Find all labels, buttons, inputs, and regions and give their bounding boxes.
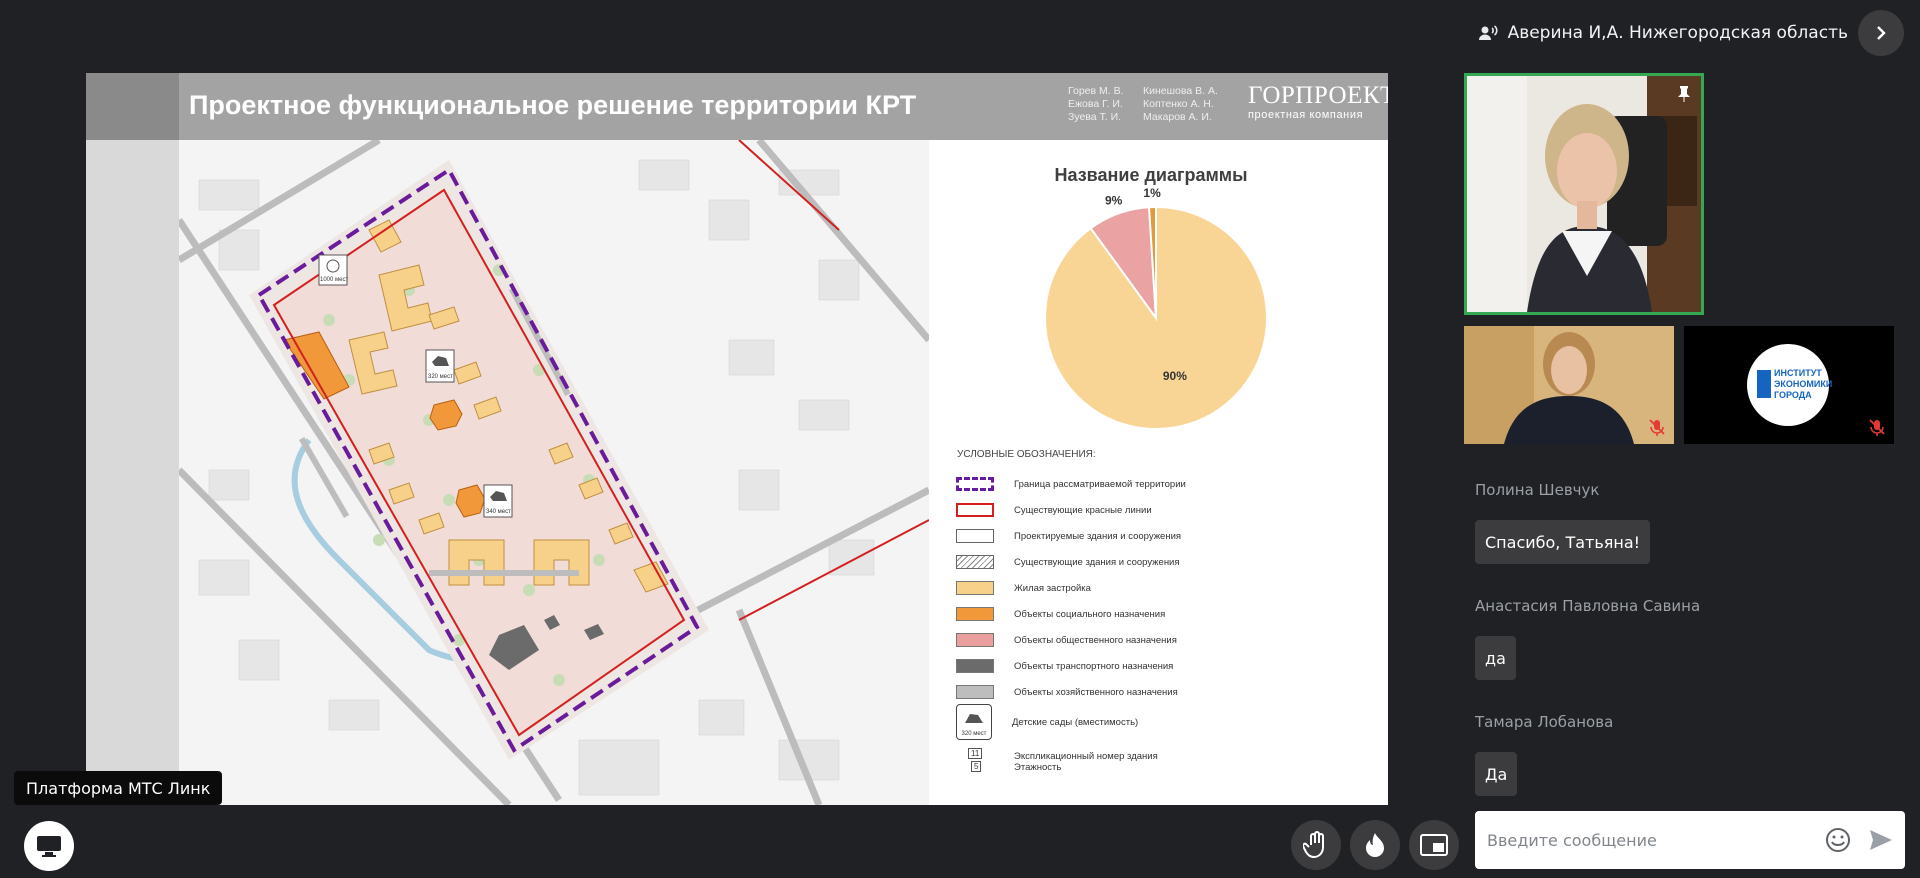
participant-video-2[interactable] — [1464, 326, 1674, 444]
legend-item: Жилая застройка — [956, 577, 1091, 599]
legend-item: Существующие здания и сооружения — [956, 551, 1180, 573]
kindergarten1-capacity-label: 320 мест — [428, 374, 453, 380]
legend-label: Объекты общественного назначения — [1014, 634, 1177, 646]
speaker-video-frame — [1467, 76, 1701, 312]
legend-item: 320 мест Детские сады (вместимость) — [956, 704, 1139, 740]
raise-hand-button[interactable] — [1291, 820, 1341, 870]
kindergarten2-capacity-label: 340 мест — [486, 509, 511, 515]
picture-in-picture-icon — [1420, 834, 1448, 856]
mic-muted-icon — [1869, 419, 1885, 436]
legend-item: Существующие красные линии — [956, 499, 1152, 521]
legend-floors: 5 — [971, 761, 982, 772]
brand-logo: ГОРПРОЕКТ проектная компания — [1248, 82, 1388, 122]
slide-title: Проектное функциональное решение террито… — [189, 90, 917, 120]
school-capacity-label: 1000 мест — [320, 277, 348, 283]
expand-panel-button[interactable] — [1858, 10, 1904, 56]
chat-message: Да — [1475, 752, 1518, 796]
chat-author: Тамара Лобанова — [1475, 713, 1614, 731]
legend-item: Объекты транспортного назначения — [956, 655, 1173, 677]
send-icon[interactable] — [1869, 829, 1893, 851]
legend-label: Проектируемые здания и сооружения — [1014, 530, 1182, 542]
site-plan-map: 1000 мест 320 мест 340 мест — [179, 140, 929, 805]
legend-item: Проектируемые здания и сооружения — [956, 525, 1181, 547]
legend-label: Объекты социального назначения — [1014, 608, 1166, 620]
platform-tooltip: Платформа МТС Линк — [14, 771, 223, 805]
reaction-button[interactable] — [1350, 820, 1400, 870]
legend-swatch: 320 мест — [956, 704, 992, 740]
speaker-icon — [1478, 25, 1498, 40]
legend-swatch — [956, 503, 994, 517]
institute-logo: ИНСТИТУТ ЭКОНОМИКИ ГОРОДА — [1747, 344, 1832, 426]
layout-button[interactable] — [1409, 820, 1459, 870]
active-speaker-name: Аверина И,А. Нижегородская область — [1507, 23, 1848, 43]
legend-label: Жилая застройка — [1014, 582, 1091, 594]
chat-message: да — [1475, 636, 1516, 680]
legend-label: Детские сады (вместимость) — [1012, 716, 1139, 728]
legend-swatch: 11 5 — [956, 748, 994, 776]
legend-swatch — [956, 555, 994, 569]
legend-swatch — [956, 685, 994, 699]
pie-slice-label: 90% — [1163, 369, 1187, 383]
authors-col1: Горев М. В. Ежова Г. И. Зуева Т. И. — [1068, 85, 1124, 123]
chat-author: Полина Шевчук — [1475, 481, 1600, 499]
legend-label: Экспликационный номер здания Этажность — [1014, 751, 1158, 773]
chevron-right-icon — [1877, 26, 1886, 40]
legend-title: УСЛОВНЫЕ ОБОЗНАЧЕНИЯ: — [957, 449, 1096, 460]
legend-swatch — [956, 581, 994, 595]
pie-slice-label: 1% — [1143, 186, 1161, 200]
legend-building-number: 11 — [968, 748, 983, 759]
screen-share-button[interactable] — [24, 821, 74, 871]
legend-swatch — [956, 477, 994, 491]
legend-item: Объекты общественного назначения — [956, 629, 1177, 651]
active-speaker-bar: Аверина И,А. Нижегородская область — [1478, 10, 1904, 56]
legend-item: Объекты хозяйственного назначения — [956, 681, 1178, 703]
legend-kinder-capacity: 320 мест — [961, 731, 987, 737]
mic-muted-icon — [1649, 419, 1665, 436]
chat-input-box[interactable]: Введите сообщение — [1475, 811, 1905, 869]
legend-label: Объекты хозяйственного назначения — [1014, 686, 1178, 698]
legend-swatch — [956, 659, 994, 673]
legend-item: 11 5 Экспликационный номер здания Этажность — [956, 748, 1158, 776]
legend-label: Существующие здания и сооружения — [1014, 556, 1180, 568]
legend-item: Граница рассматриваемой территории — [956, 473, 1186, 495]
chat-author: Анастасия Павловна Савина — [1475, 597, 1701, 615]
fire-icon — [1366, 833, 1384, 857]
authors-col2: Кинешова В. А. Коптенко А. Н. Макаров А.… — [1143, 85, 1218, 123]
message-input[interactable]: Введите сообщение — [1487, 831, 1825, 850]
legend-label: Существующие красные линии — [1014, 504, 1152, 516]
monitor-icon — [37, 836, 61, 857]
participant-video-3[interactable]: ИНСТИТУТ ЭКОНОМИКИ ГОРОДА — [1684, 326, 1894, 444]
emoji-icon[interactable] — [1825, 827, 1851, 853]
legend-swatch — [956, 633, 994, 647]
legend-label-secondary: Этажность — [1014, 762, 1062, 773]
legend-swatch — [956, 607, 994, 621]
legend-swatch — [956, 529, 994, 543]
horse-icon — [965, 714, 983, 723]
legend-item: Объекты социального назначения — [956, 603, 1165, 625]
speaker-video-main[interactable] — [1464, 73, 1704, 315]
pie-slice-label: 9% — [1105, 193, 1123, 207]
hand-icon — [1303, 831, 1324, 859]
participant2-video-frame — [1464, 326, 1674, 444]
pie-chart: 90% 9% 1% — [1044, 186, 1268, 430]
chat-message: Спасибо, Татьяна! — [1475, 520, 1651, 564]
legend-label: Граница рассматриваемой территории — [1014, 478, 1186, 490]
shared-slide: Проектное функциональное решение террито… — [86, 73, 1388, 805]
legend-label: Объекты транспортного назначения — [1014, 660, 1174, 672]
pin-icon[interactable] — [1675, 84, 1693, 102]
